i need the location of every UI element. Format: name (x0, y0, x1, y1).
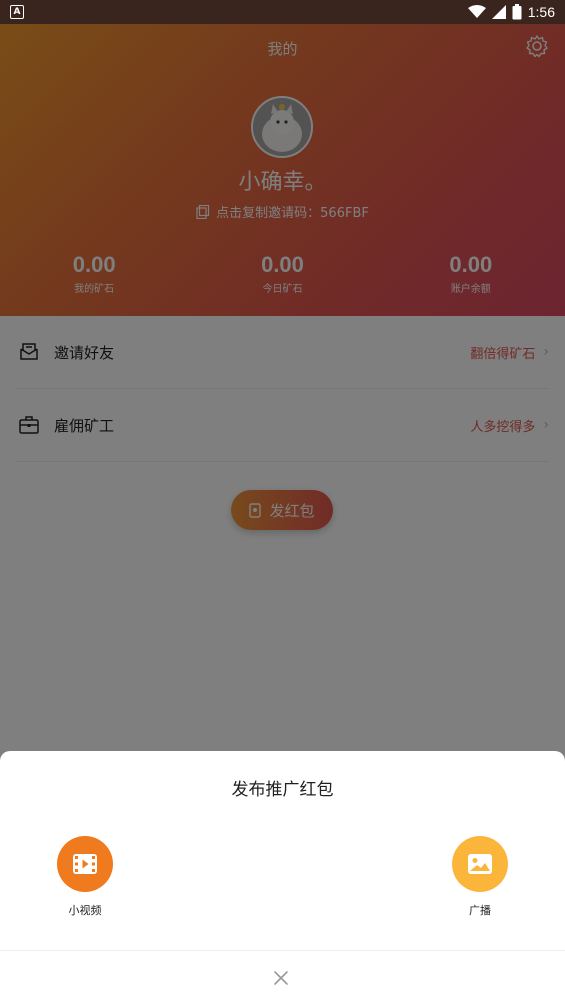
status-bar: A 1:56 (0, 0, 565, 24)
close-icon[interactable] (270, 967, 292, 989)
broadcast-option-circle[interactable] (452, 836, 508, 892)
option-broadcast[interactable]: 广播 (440, 836, 520, 918)
signal-icon (491, 5, 506, 19)
video-icon (73, 854, 97, 874)
sheet-title: 发布推广红包 (231, 780, 334, 800)
video-option-circle[interactable] (57, 836, 113, 892)
option-label: 小视频 (68, 904, 102, 917)
battery-icon (512, 4, 522, 20)
option-short-video[interactable]: 小视频 (45, 836, 125, 918)
publish-sheet: 发布推广红包 小视频 广播 (0, 751, 565, 1005)
status-time: 1:56 (527, 4, 555, 20)
image-icon (468, 854, 492, 874)
wifi-icon (467, 5, 486, 18)
option-label: 广播 (469, 904, 491, 917)
notification-icon: A (10, 5, 24, 19)
sheet-divider (0, 950, 565, 951)
